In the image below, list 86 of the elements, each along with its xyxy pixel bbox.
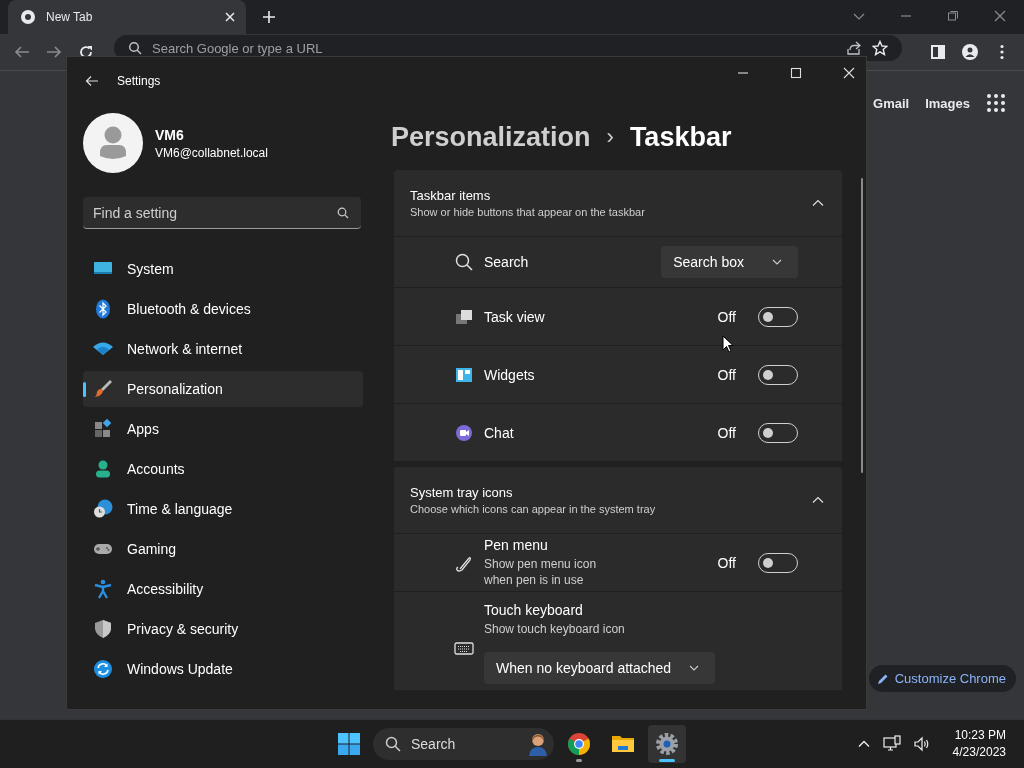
star-icon[interactable] (872, 40, 888, 56)
refresh-icon (93, 659, 113, 679)
nav-item[interactable]: System (83, 251, 363, 287)
clock-time: 10:23 PM (954, 727, 1006, 744)
section-title: System tray icons (410, 485, 514, 500)
setting-label: Widgets (484, 366, 535, 383)
pencil-icon (876, 672, 889, 685)
chevron-down-icon (772, 257, 782, 267)
back-arrow-icon[interactable] (85, 74, 99, 88)
person-icon (93, 459, 113, 479)
dropdown[interactable]: Search box (661, 246, 798, 278)
cursor-icon (722, 335, 734, 353)
clock-date: 4/23/2023 (952, 744, 1006, 761)
breadcrumb-separator: › (606, 124, 614, 150)
chrome-icon (567, 732, 591, 756)
plus-icon[interactable] (262, 10, 276, 24)
nav-item[interactable]: Accounts (83, 451, 363, 487)
user-email: VM6@collabnet.local (155, 145, 268, 160)
section-title: Taskbar items (410, 188, 492, 203)
section-header[interactable]: System tray icons Choose which icons can appear in the system tray (394, 467, 842, 533)
setting-label: Pen menu (484, 537, 549, 553)
accessibility-icon (93, 579, 113, 599)
taskbar-search[interactable]: Search (373, 728, 554, 760)
gear-icon (655, 732, 679, 756)
header-link[interactable]: Gmail (873, 95, 910, 111)
nav-item[interactable]: Personalization (83, 371, 363, 407)
shield-icon (93, 619, 113, 639)
window-title: Settings (117, 74, 161, 88)
tab-title: New Tab (46, 10, 94, 24)
toggle-state: Off (717, 554, 736, 571)
dropdown[interactable]: When no keyboard attached (484, 652, 716, 684)
figure-icon (526, 732, 550, 756)
section-description: Show or hide buttons that appear on the taskbar (410, 206, 646, 218)
address-placeholder: Search Google or type a URL (152, 40, 323, 56)
customize-chrome-button[interactable]: Customize Chrome (868, 665, 1016, 692)
share-icon[interactable] (846, 40, 862, 56)
avatar-icon (83, 113, 143, 173)
restore-icon[interactable] (947, 10, 959, 22)
search-icon (337, 207, 349, 219)
nav-item[interactable]: Privacy & security (83, 611, 363, 647)
nav-item[interactable]: Accessibility (83, 571, 363, 607)
bluetooth-icon (93, 299, 113, 319)
forward-arrow-icon[interactable] (46, 44, 62, 60)
setting-label: Search (484, 254, 529, 270)
globe-clock-icon (93, 499, 113, 519)
toggle-state: Off (717, 424, 736, 441)
network-icon[interactable] (882, 735, 901, 753)
chevron-down-icon (689, 663, 700, 673)
user-name: VM6 (155, 126, 185, 143)
maximize-icon[interactable] (790, 67, 802, 79)
section-header[interactable]: Taskbar items Show or hide buttons that appear on the taskbar (394, 170, 842, 236)
apps-grid-icon[interactable] (986, 93, 1006, 113)
search-icon (454, 252, 474, 272)
chrome-icon (20, 9, 36, 25)
volume-icon[interactable] (912, 735, 931, 753)
setting-description: Show pen menu icon when pen is in use (484, 556, 598, 588)
setting-label: Touch keyboard (484, 602, 584, 618)
search-icon (128, 41, 142, 55)
toggle-state: Off (717, 366, 736, 383)
chevron-up-icon[interactable] (812, 197, 824, 209)
video-chat-icon (454, 422, 474, 443)
nav-item[interactable]: Network & internet (83, 331, 363, 367)
side-panel-icon[interactable] (930, 44, 946, 60)
setting-label: Task view (484, 308, 545, 325)
apps-icon (93, 419, 113, 439)
browser-tab[interactable]: New Tab (8, 0, 246, 34)
setting-description: Show touch keyboard icon (484, 621, 626, 637)
page-title: Taskbar (629, 121, 732, 153)
section-description: Choose which icons can appear in the system tray (410, 503, 657, 515)
nav-item[interactable]: Bluetooth & devices (83, 291, 363, 327)
brush-icon (93, 379, 113, 399)
setting-label: Chat (484, 424, 514, 441)
toggle-state: Off (717, 308, 736, 325)
nav-item[interactable]: Time & language (83, 491, 363, 527)
nav-item[interactable]: Gaming (83, 531, 363, 567)
start-icon[interactable] (337, 732, 361, 756)
search-field[interactable]: Find a setting (83, 197, 361, 229)
nav-item[interactable]: Windows Update (83, 651, 363, 687)
settings-app-button[interactable] (648, 725, 686, 763)
header-link[interactable]: Images (925, 95, 970, 111)
profile-icon[interactable] (962, 44, 978, 60)
close-icon[interactable] (994, 10, 1006, 22)
breadcrumb-link[interactable]: Personalization (391, 121, 591, 153)
nav-item[interactable]: Apps (83, 411, 363, 447)
search-icon (385, 736, 401, 752)
chevron-up-icon[interactable] (812, 494, 824, 506)
